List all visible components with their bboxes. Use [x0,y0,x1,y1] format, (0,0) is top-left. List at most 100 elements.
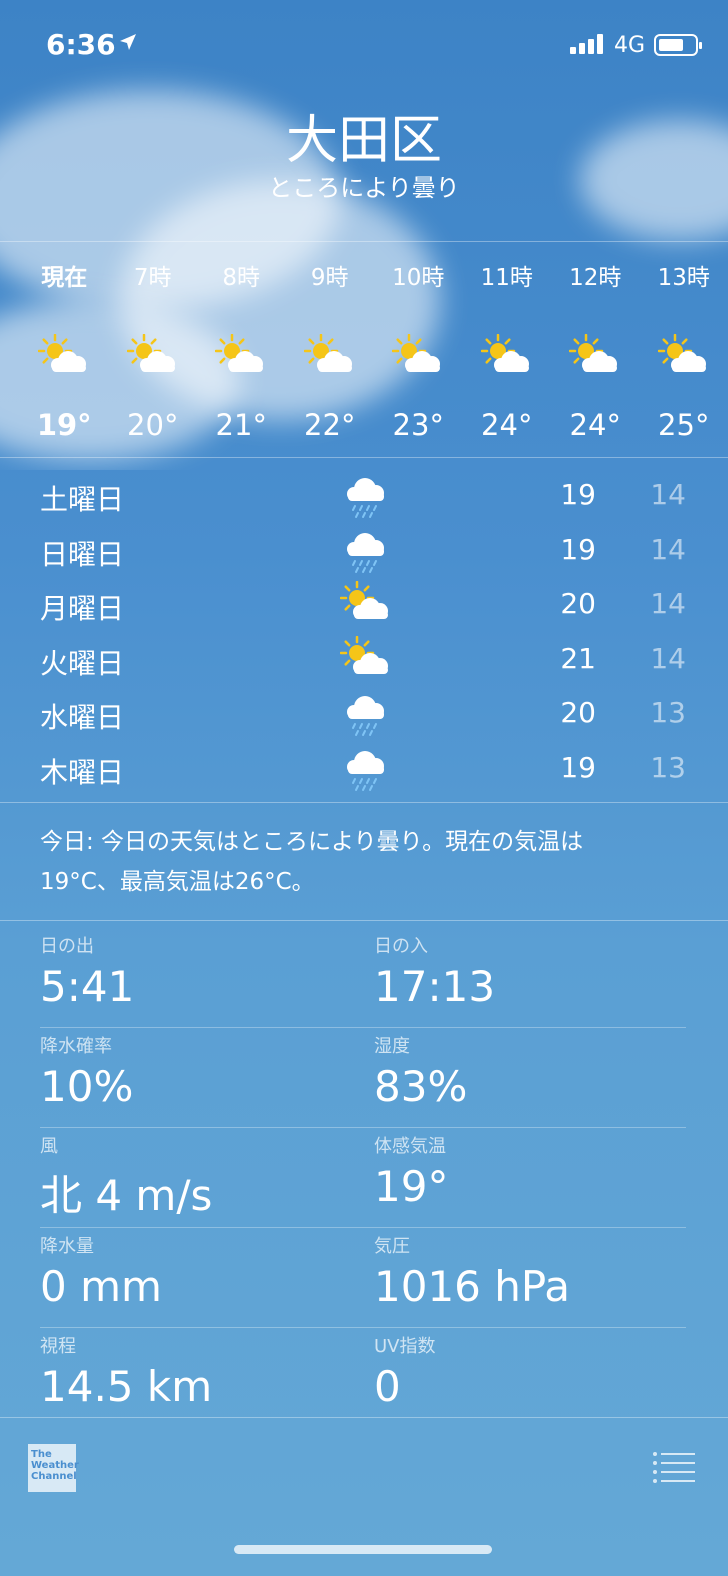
details-row: 降水確率 10% 湿度 83% [40,1028,686,1128]
detail-label: 降水量 [40,1236,94,1257]
details-row: 風 北 4 m/s 体感気温 19° [40,1128,686,1228]
daily-row: 木曜日 19 13 [40,743,690,798]
rain-icon [340,690,390,738]
hour-temp: 24° [481,408,533,442]
feels-like-cell: 体感気温 19° [374,1132,448,1211]
battery-icon [654,34,702,56]
partly-cloudy-icon [20,316,109,396]
daily-row: 日曜日 19 14 [40,525,690,580]
hour-temp: 21° [215,408,267,442]
details-row: 降水量 0 mm 気圧 1016 hPa [40,1228,686,1328]
partly-cloudy-icon [197,316,286,396]
hour-item: 7時 20° [109,258,198,442]
logo-text: The [31,1449,52,1460]
detail-label: 気圧 [374,1236,410,1257]
detail-value: 5:41 [40,962,135,1011]
day-name: 水曜日 [40,701,125,734]
partly-cloudy-icon [551,316,640,396]
hour-label: 8時 [222,265,261,291]
sunset-cell: 日の入 17:13 [374,932,495,1011]
partly-cloudy-icon [463,316,552,396]
summary-line: 19°C、最高気温は26°C。 [40,869,315,895]
daily-row: 土曜日 19 14 [40,470,690,525]
detail-value: 14.5 km [40,1362,213,1411]
detail-value: 17:13 [374,962,496,1011]
visibility-cell: 視程 14.5 km [40,1332,212,1411]
hour-label: 13時 [657,265,710,291]
divider [0,241,728,242]
detail-value: 北 4 m/s [40,1171,213,1220]
weather-details: 日の出 5:41 日の入 17:13 降水確率 10% 湿度 83% 風 北 4… [40,928,686,1428]
detail-value: 0 mm [40,1262,162,1311]
current-condition: ところにより曇り [268,174,460,202]
detail-value: 10% [40,1062,134,1111]
divider [0,1417,728,1418]
hour-temp: 22° [304,408,356,442]
daily-row: 月曜日 20 14 [40,579,690,634]
hour-item: 13時 25° [640,258,728,442]
detail-value: 1016 hPa [374,1262,571,1311]
partly-cloudy-icon [339,580,390,629]
hour-item: 現在 19° [20,258,109,442]
day-name: 土曜日 [40,483,125,516]
list-icon[interactable] [652,1450,696,1486]
hour-temp: 23° [392,408,444,442]
day-name: 日曜日 [40,537,125,571]
divider [0,920,728,921]
daily-forecast[interactable]: 土曜日 19 14 日曜日 19 14 月曜日 20 14 火曜日 21 14 … [40,470,690,797]
detail-label: 日の出 [40,936,94,957]
day-name: 火曜日 [40,646,125,680]
day-low: 14 [650,532,686,566]
detail-label: UV指数 [374,1336,436,1357]
hourly-forecast[interactable]: 現在 19° 7時 20° 8時 21° 9時 22° 10時 23° 11時 … [20,258,728,442]
day-low: 13 [650,750,686,784]
details-row: 視程 14.5 km UV指数 0 [40,1328,686,1428]
network-type: 4G [614,33,646,58]
hour-item: 11時 24° [463,258,552,442]
status-time: 6:36 [46,28,116,61]
wind-cell: 風 北 4 m/s [40,1132,212,1223]
logo-text: Weather [31,1460,79,1471]
hour-temp: 24° [569,408,621,442]
partly-cloudy-icon [286,316,375,396]
home-indicator[interactable] [234,1545,492,1554]
day-high: 20 [560,696,596,729]
daily-row: 火曜日 21 14 [40,634,690,689]
detail-label: 日の入 [374,936,428,957]
detail-value: 83% [374,1062,468,1111]
sunrise-cell: 日の出 5:41 [40,932,134,1011]
hour-temp: 20° [127,408,179,442]
day-low: 14 [650,587,686,620]
city-name: 大田区 [285,111,442,171]
day-high: 21 [560,641,596,675]
divider [0,802,728,803]
detail-label: 降水確率 [40,1036,112,1057]
detail-label: 湿度 [374,1036,410,1057]
rain-icon [340,527,390,575]
day-high: 19 [560,478,596,511]
uv-index-cell: UV指数 0 [374,1332,436,1411]
day-high: 20 [560,587,596,620]
hour-temp: 25° [658,408,710,442]
status-bar: 6:36 4G [0,0,728,90]
detail-value: 19° [374,1162,449,1211]
day-low: 14 [650,478,686,511]
daily-row: 水曜日 20 13 [40,688,690,743]
divider [0,457,728,458]
precipitation-cell: 降水量 0 mm [40,1232,162,1311]
detail-label: 体感気温 [374,1136,446,1157]
hour-label: 10時 [392,265,445,291]
day-name: 木曜日 [40,755,125,789]
precip-chance-cell: 降水確率 10% [40,1032,133,1111]
hour-label: 12時 [569,265,622,291]
humidity-cell: 湿度 83% [374,1032,467,1111]
hour-item: 8時 21° [197,258,286,442]
detail-value: 0 [374,1362,401,1411]
day-high: 19 [560,532,596,566]
day-name: 月曜日 [40,592,125,625]
partly-cloudy-icon [374,316,463,396]
hour-item: 12時 24° [551,258,640,442]
day-low: 13 [650,696,686,729]
details-row: 日の出 5:41 日の入 17:13 [40,928,686,1028]
weather-channel-logo[interactable]: The Weather Channel [28,1444,79,1492]
